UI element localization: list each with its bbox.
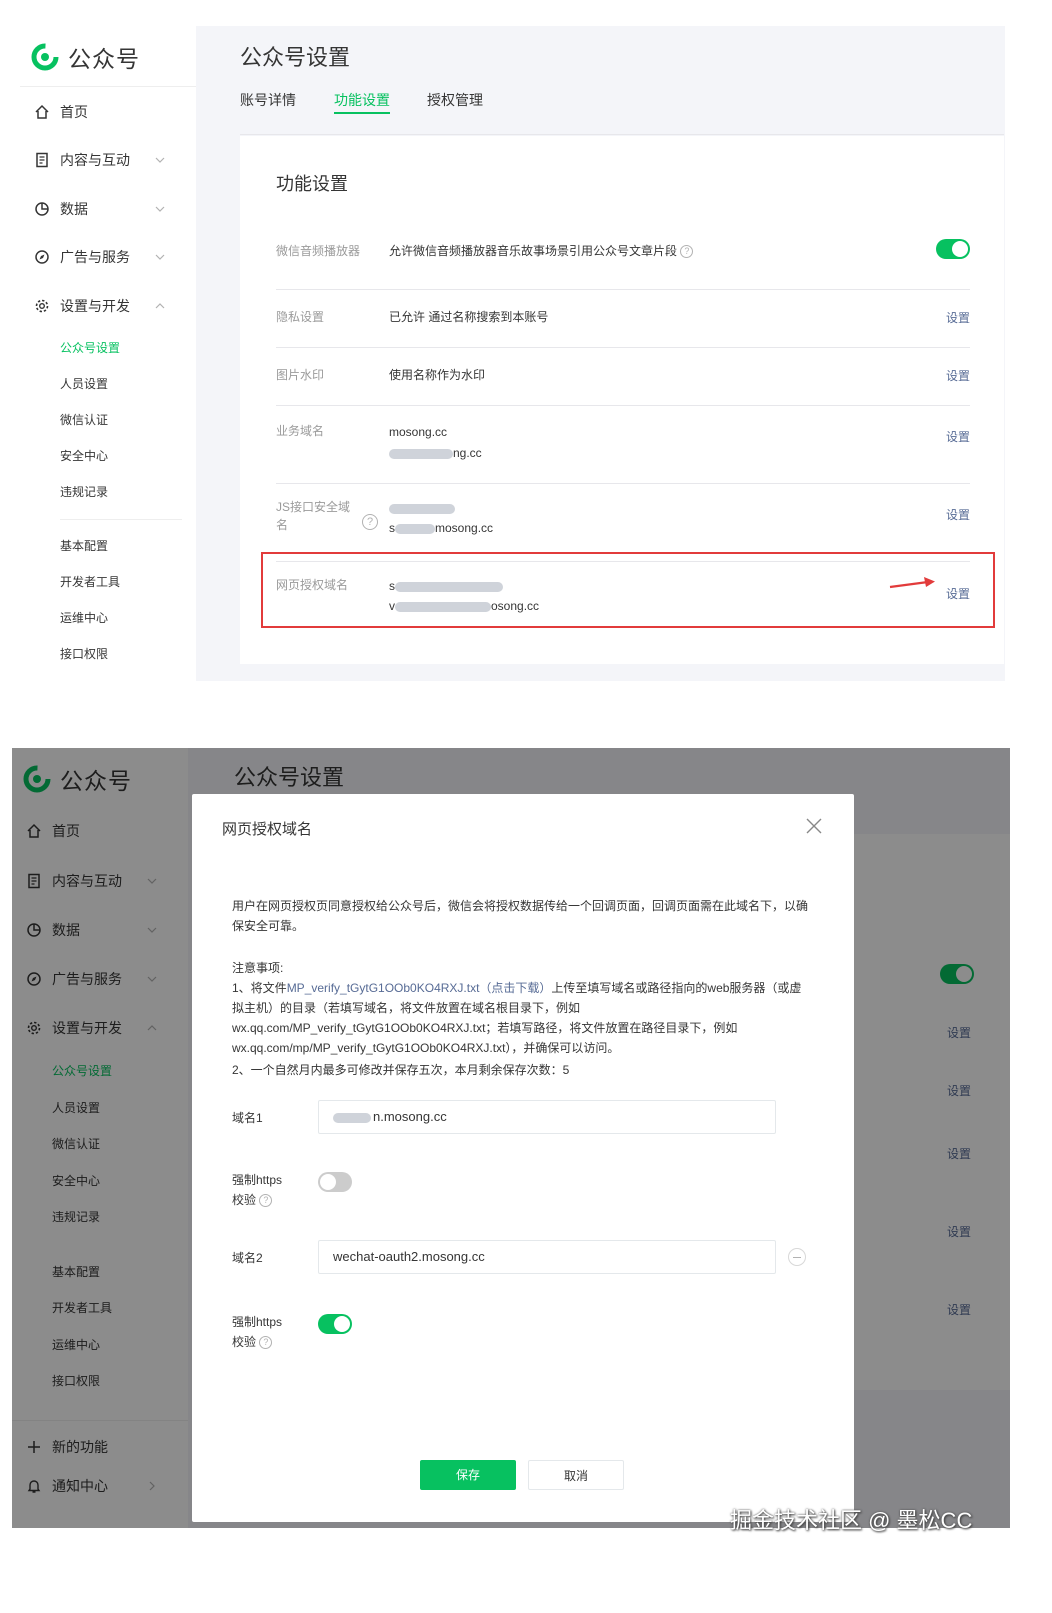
- tab-bar: 账号详情 功能设置 授权管理: [240, 86, 1004, 136]
- sidebar-item-content[interactable]: 内容与互动: [20, 144, 196, 176]
- settings-row-privacy: 隐私设置 已允许 通过名称搜索到本账号 设置: [276, 290, 970, 348]
- row-label: 微信音频播放器: [276, 244, 361, 258]
- row-label: 图片水印: [276, 368, 325, 382]
- wechat-official-logo-icon: [31, 43, 59, 71]
- domain2-label: 域名2: [232, 1251, 263, 1265]
- close-icon[interactable]: [804, 816, 824, 836]
- divider: [60, 519, 182, 520]
- https-check-toggle-1[interactable]: [318, 1172, 352, 1192]
- row-value: 已允许 通过名称搜索到本账号: [389, 310, 549, 324]
- row-label: 业务域名: [276, 424, 325, 438]
- sidebar-subitem-verification[interactable]: 微信认证: [60, 410, 108, 430]
- row-value: mosong.cc: [389, 425, 448, 439]
- set-button[interactable]: 设置: [946, 367, 970, 384]
- gear-icon: [35, 299, 49, 313]
- chevron-down-icon: [155, 254, 165, 260]
- https-check-label-1: 强制https 校验 ?: [232, 1173, 283, 1208]
- tab-feature-settings[interactable]: 功能设置: [334, 86, 390, 134]
- set-button[interactable]: 设置: [946, 309, 970, 326]
- dialog-intro: 用户在网页授权页同意授权给公众号后，微信会将授权数据传给一个回调页面，回调页面需…: [232, 899, 809, 933]
- watermark-text: 掘金技术社区 @ 墨松CC: [730, 1508, 973, 1533]
- https-check-label-2: 强制https 校验 ?: [232, 1315, 283, 1350]
- chevron-down-icon: [155, 157, 165, 163]
- brand[interactable]: 公众号: [30, 40, 140, 74]
- settings-row-watermark: 图片水印 使用名称作为水印 设置: [276, 348, 970, 406]
- sidebar-subitem-security[interactable]: 安全中心: [60, 446, 108, 466]
- sidebar-subitem-basic-config[interactable]: 基本配置: [60, 536, 108, 556]
- settings-row-business-domain: 业务域名 mosong.cc ng.cc 设置: [276, 406, 970, 484]
- oauth-domain-dialog: 网页授权域名 用户在网页授权页同意授权给公众号后，微信会将授权数据传给一个回调页…: [192, 794, 854, 1522]
- tab-underline: [240, 134, 1004, 135]
- brand-name: 公众号: [68, 46, 140, 72]
- document-icon: [36, 152, 48, 168]
- set-button[interactable]: 设置: [946, 428, 970, 445]
- domain1-label: 域名1: [232, 1111, 263, 1125]
- oauth-dialog-screenshot: 公众号 首页 内容与互动 数据 广告与服务 设置与开发 公众号设置 人员设置 微…: [12, 748, 1010, 1528]
- dialog-note-2: 2、一个自然月内最多可修改并保存五次，本月剩余保存次数：5: [232, 1063, 570, 1077]
- settings-row-audio-player: 微信音频播放器 允许微信音频播放器音乐故事场景引用公众号文章片段 ?: [276, 232, 970, 290]
- divider: [20, 86, 196, 87]
- sidebar: 公众号 首页 内容与互动 数据 广告与服务 设置与开发 公众号设置 人员设置 微…: [20, 26, 196, 681]
- sidebar-item-label: 内容与互动: [60, 152, 130, 168]
- cancel-button[interactable]: 取消: [528, 1460, 624, 1490]
- remove-domain-icon[interactable]: [788, 1248, 806, 1266]
- sidebar-subitem-account-settings[interactable]: 公众号设置: [60, 338, 120, 358]
- chevron-up-icon: [155, 303, 165, 309]
- dialog-title: 网页授权域名: [222, 821, 313, 838]
- sidebar-item-label: 首页: [60, 104, 88, 120]
- help-icon[interactable]: ?: [259, 1336, 273, 1350]
- tab-authorization[interactable]: 授权管理: [427, 86, 483, 134]
- dialog-note-1: 1、将文件MP_verify_tGytG1OOb0KO4RXJ.txt（点击下载…: [232, 981, 802, 1055]
- audio-player-toggle[interactable]: [936, 239, 970, 259]
- sidebar-item-label: 广告与服务: [60, 249, 130, 265]
- sidebar-subitem-staff[interactable]: 人员设置: [60, 374, 108, 394]
- red-arrow-annotation-icon: [889, 577, 935, 589]
- row-label: 隐私设置: [276, 310, 325, 324]
- row-value-redacted: ng.cc: [389, 443, 482, 463]
- row-value: 使用名称作为水印: [389, 368, 486, 382]
- sidebar-item-label: 数据: [60, 201, 88, 217]
- domain1-input[interactable]: n.mosong.cc: [318, 1100, 776, 1134]
- help-icon[interactable]: ?: [259, 1194, 273, 1208]
- set-button[interactable]: 设置: [946, 506, 970, 523]
- sidebar-item-ads[interactable]: 广告与服务: [20, 241, 196, 273]
- sidebar-subitem-ops-center[interactable]: 运维中心: [60, 608, 108, 628]
- sidebar-item-home[interactable]: 首页: [20, 96, 196, 128]
- settings-screenshot: 公众号 首页 内容与互动 数据 广告与服务 设置与开发 公众号设置 人员设置 微…: [20, 26, 1005, 681]
- row-value-redacted: s mosong.cc: [389, 521, 494, 535]
- row-value-redacted: [389, 498, 455, 518]
- page-title: 公众号设置: [240, 45, 351, 70]
- chevron-down-icon: [155, 206, 165, 212]
- dialog-notes-title: 注意事项:: [232, 961, 284, 975]
- home-icon: [35, 104, 49, 119]
- sidebar-item-label: 设置与开发: [60, 298, 130, 314]
- help-icon[interactable]: ?: [680, 245, 694, 259]
- sidebar-subitem-dev-tools[interactable]: 开发者工具: [60, 572, 120, 592]
- highlight-box: [261, 552, 995, 628]
- help-icon[interactable]: ?: [362, 514, 378, 530]
- pie-chart-icon: [35, 202, 49, 216]
- sidebar-subitem-api-permissions[interactable]: 接口权限: [60, 644, 108, 664]
- sidebar-item-data[interactable]: 数据: [20, 193, 196, 225]
- card-title: 功能设置: [276, 174, 348, 194]
- row-value: 允许微信音频播放器音乐故事场景引用公众号文章片段 ?: [389, 241, 694, 261]
- sidebar-item-settings-dev[interactable]: 设置与开发: [20, 290, 196, 322]
- row-label: JS接口安全域名: [276, 500, 351, 532]
- tab-account-details[interactable]: 账号详情: [240, 86, 296, 134]
- domain2-input[interactable]: wechat-oauth2.mosong.cc: [318, 1240, 776, 1274]
- sidebar-subitem-violations[interactable]: 违规记录: [60, 482, 108, 502]
- settings-row-js-domain: JS接口安全域名 ? s mosong.cc 设置: [276, 484, 970, 562]
- https-check-toggle-2[interactable]: [318, 1314, 352, 1334]
- save-button[interactable]: 保存: [420, 1460, 516, 1490]
- compass-icon: [35, 250, 49, 264]
- download-file-link[interactable]: MP_verify_tGytG1OOb0KO4RXJ.txt（点击下载）: [287, 981, 552, 995]
